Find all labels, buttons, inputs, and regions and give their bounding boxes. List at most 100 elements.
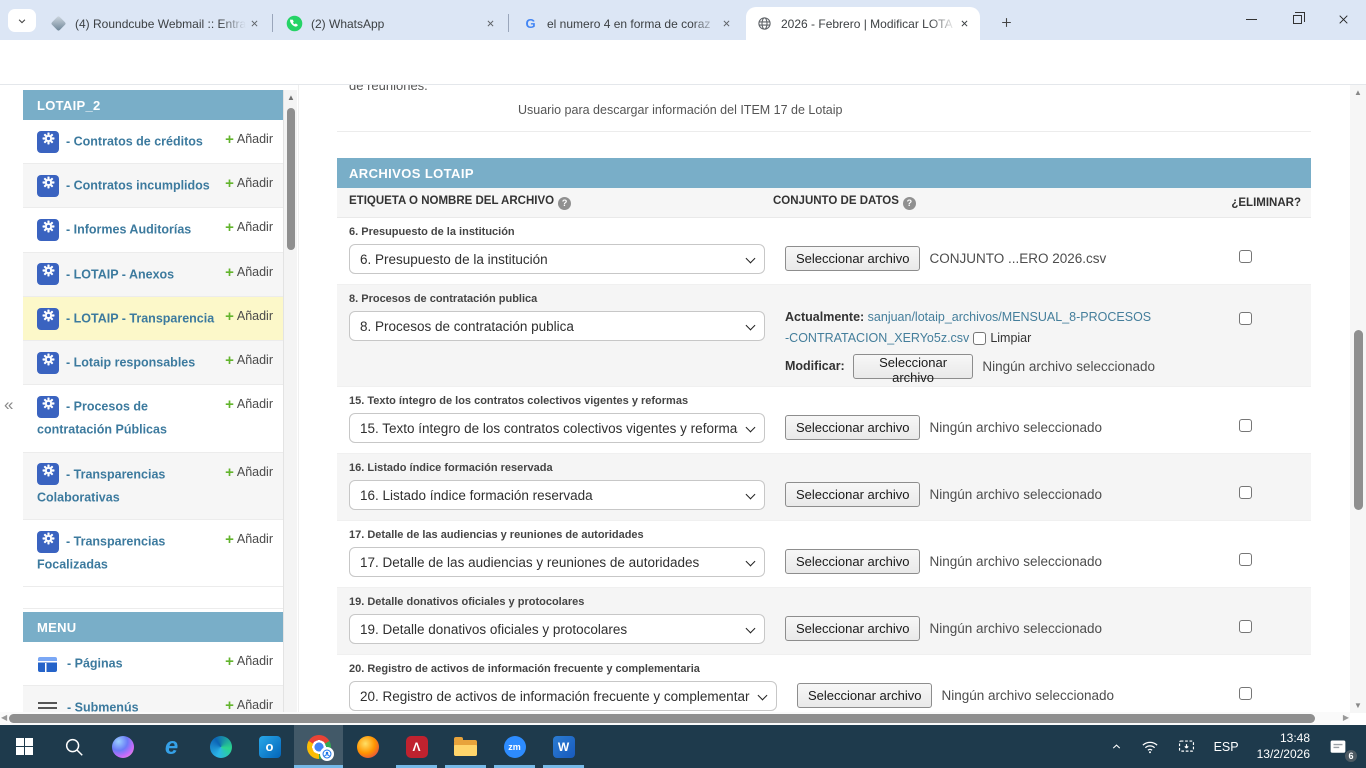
page-horizontal-scrollbar[interactable]: ◀ ▶ bbox=[0, 712, 1350, 725]
sidebar-item-procesos-contratacion[interactable]: +Añadir - Procesos de contratación Públi… bbox=[23, 385, 283, 452]
tab-active-lotaip[interactable]: 2026 - Febrero | Modificar LOTA bbox=[746, 7, 980, 40]
help-icon[interactable]: ? bbox=[558, 197, 571, 210]
add-link[interactable]: +Añadir bbox=[225, 529, 273, 551]
table-row-item6: 6. Presupuesto de la institución 6. Pres… bbox=[337, 218, 1311, 285]
window-close-button[interactable] bbox=[1320, 0, 1366, 38]
sidebar-item-paginas[interactable]: +Añadir - Páginas bbox=[23, 642, 283, 686]
add-link[interactable]: +Añadir bbox=[225, 129, 273, 151]
plus-icon bbox=[1000, 16, 1013, 29]
scroll-up-arrow[interactable]: ▲ bbox=[1350, 88, 1366, 97]
delete-checkbox[interactable] bbox=[1239, 419, 1252, 432]
add-link[interactable]: +Añadir bbox=[225, 173, 273, 195]
sidebar-scrollbar[interactable]: ▲ bbox=[283, 90, 297, 718]
sidebar-item-label[interactable]: - Informes Auditorías bbox=[66, 223, 191, 237]
delete-checkbox[interactable] bbox=[1239, 553, 1252, 566]
internet-explorer-button[interactable]: e bbox=[147, 725, 196, 768]
select-file-button[interactable]: Seleccionar archivo bbox=[785, 616, 920, 641]
acrobat-button[interactable]: Λ bbox=[392, 725, 441, 768]
outlook-button[interactable]: o bbox=[245, 725, 294, 768]
tab-close-icon[interactable] bbox=[956, 16, 972, 32]
add-link[interactable]: +Añadir bbox=[225, 306, 273, 328]
tab-whatsapp[interactable]: (2) WhatsApp bbox=[276, 7, 506, 40]
item-type-select[interactable]: 17. Detalle de las audiencias y reunione… bbox=[349, 547, 765, 577]
sidebar-item-transparencias-colaborativas[interactable]: +Añadir - Transparencias Colaborativas bbox=[23, 453, 283, 520]
chevron-down-icon bbox=[17, 16, 27, 26]
item-type-select[interactable]: 8. Procesos de contratación publica bbox=[349, 311, 765, 341]
new-tab-button[interactable] bbox=[994, 10, 1018, 34]
item-type-select[interactable]: 15. Texto íntegro de los contratos colec… bbox=[349, 413, 765, 443]
tray-expand-button[interactable] bbox=[1101, 725, 1132, 768]
delete-checkbox[interactable] bbox=[1239, 250, 1252, 263]
tab-roundcube[interactable]: (4) Roundcube Webmail :: Entra bbox=[40, 7, 270, 40]
add-link[interactable]: +Añadir bbox=[225, 394, 273, 416]
select-file-button[interactable]: Seleccionar archivo bbox=[785, 415, 920, 440]
window-minimize-button[interactable] bbox=[1228, 0, 1274, 38]
sidebar-item-lotaip-transparencia-selected[interactable]: +Añadir - LOTAIP - Transparencia bbox=[23, 297, 283, 341]
sidebar-item-label[interactable]: - Contratos incumplidos bbox=[66, 179, 210, 193]
sidebar-collapse-control[interactable]: « bbox=[4, 395, 13, 415]
select-file-button[interactable]: Seleccionar archivo bbox=[785, 549, 920, 574]
window-restore-button[interactable] bbox=[1274, 0, 1320, 38]
taskbar-search-button[interactable] bbox=[49, 725, 98, 768]
sidebar-item-lotaip-responsables[interactable]: +Añadir - Lotaip responsables bbox=[23, 341, 283, 385]
connect-display-button[interactable] bbox=[1168, 725, 1205, 768]
select-file-button[interactable]: Seleccionar archivo bbox=[785, 482, 920, 507]
edge-button[interactable] bbox=[196, 725, 245, 768]
select-file-button[interactable]: Seleccionar archivo bbox=[785, 246, 920, 271]
copilot-button[interactable] bbox=[98, 725, 147, 768]
scrollbar-thumb[interactable] bbox=[287, 108, 295, 250]
scroll-up-arrow[interactable]: ▲ bbox=[284, 93, 298, 102]
select-file-button[interactable]: Seleccionar archivo bbox=[797, 683, 932, 708]
clock[interactable]: 13:4813/2/2026 bbox=[1248, 725, 1319, 768]
row-label: 15. Texto íntegro de los contratos colec… bbox=[349, 395, 688, 407]
start-button[interactable] bbox=[0, 725, 49, 768]
delete-checkbox[interactable] bbox=[1239, 486, 1252, 499]
sidebar-item-transparencias-focalizadas[interactable]: +Añadir - Transparencias Focalizadas bbox=[23, 520, 283, 587]
sidebar-item-label[interactable]: - Lotaip responsables bbox=[66, 356, 195, 370]
tab-close-icon[interactable] bbox=[718, 16, 734, 32]
add-link[interactable]: +Añadir bbox=[225, 462, 273, 484]
sidebar-item-label[interactable]: - Páginas bbox=[67, 657, 123, 671]
zoom-button[interactable]: zm bbox=[490, 725, 539, 768]
sidebar-item-informes-auditorias[interactable]: +Añadir - Informes Auditorías bbox=[23, 208, 283, 252]
tab-close-icon[interactable] bbox=[482, 16, 498, 32]
add-link[interactable]: +Añadir bbox=[225, 350, 273, 372]
tab-close-icon[interactable] bbox=[246, 16, 262, 32]
language-indicator[interactable]: ESP bbox=[1205, 725, 1248, 768]
add-link[interactable]: +Añadir bbox=[225, 217, 273, 239]
sidebar-item-label[interactable]: - LOTAIP - Anexos bbox=[66, 267, 174, 281]
item-type-select[interactable]: 16. Listado índice formación reservada bbox=[349, 480, 765, 510]
page-vertical-scrollbar[interactable]: ▲ ▼ bbox=[1350, 85, 1366, 713]
item-type-select[interactable]: 6. Presupuesto de la institución bbox=[349, 244, 765, 274]
add-link[interactable]: +Añadir bbox=[225, 651, 273, 673]
word-button[interactable]: W bbox=[539, 725, 588, 768]
chrome-button-active[interactable] bbox=[294, 725, 343, 768]
item-type-select[interactable]: 20. Registro de activos de información f… bbox=[349, 681, 777, 711]
select-chevron-icon bbox=[746, 423, 756, 433]
sidebar-item-label[interactable]: - LOTAIP - Transparencia bbox=[66, 311, 214, 325]
sidebar-item-contratos-incumplidos[interactable]: +Añadir - Contratos incumplidos bbox=[23, 164, 283, 208]
scroll-left-arrow[interactable]: ◀ bbox=[1, 713, 7, 722]
tab-google-search[interactable]: G el numero 4 en forma de coraz bbox=[512, 7, 742, 40]
sidebar-item-label[interactable]: - Contratos de créditos bbox=[66, 135, 203, 149]
help-icon[interactable]: ? bbox=[903, 197, 916, 210]
tab-title: el numero 4 en forma de coraz bbox=[547, 17, 718, 31]
delete-checkbox[interactable] bbox=[1239, 312, 1252, 325]
item-type-select[interactable]: 19. Detalle donativos oficiales y protoc… bbox=[349, 614, 765, 644]
file-explorer-button[interactable] bbox=[441, 725, 490, 768]
notification-center-button[interactable]: 6 bbox=[1319, 725, 1360, 768]
scroll-down-arrow[interactable]: ▼ bbox=[1350, 701, 1366, 710]
clear-checkbox[interactable] bbox=[973, 332, 986, 345]
scroll-right-arrow[interactable]: ▶ bbox=[1343, 713, 1349, 722]
scrollbar-thumb[interactable] bbox=[1354, 330, 1363, 510]
wifi-indicator[interactable] bbox=[1132, 725, 1168, 768]
scrollbar-thumb[interactable] bbox=[9, 714, 1315, 723]
select-file-button[interactable]: Seleccionar archivo bbox=[853, 354, 974, 379]
delete-checkbox[interactable] bbox=[1239, 687, 1252, 700]
sidebar-item-contratos-creditos[interactable]: +Añadir - Contratos de créditos bbox=[23, 120, 283, 164]
delete-checkbox[interactable] bbox=[1239, 620, 1252, 633]
tab-search-button[interactable] bbox=[8, 9, 36, 32]
add-link[interactable]: +Añadir bbox=[225, 262, 273, 284]
sidebar-item-lotaip-anexos[interactable]: +Añadir - LOTAIP - Anexos bbox=[23, 253, 283, 297]
firefox-button[interactable] bbox=[343, 725, 392, 768]
